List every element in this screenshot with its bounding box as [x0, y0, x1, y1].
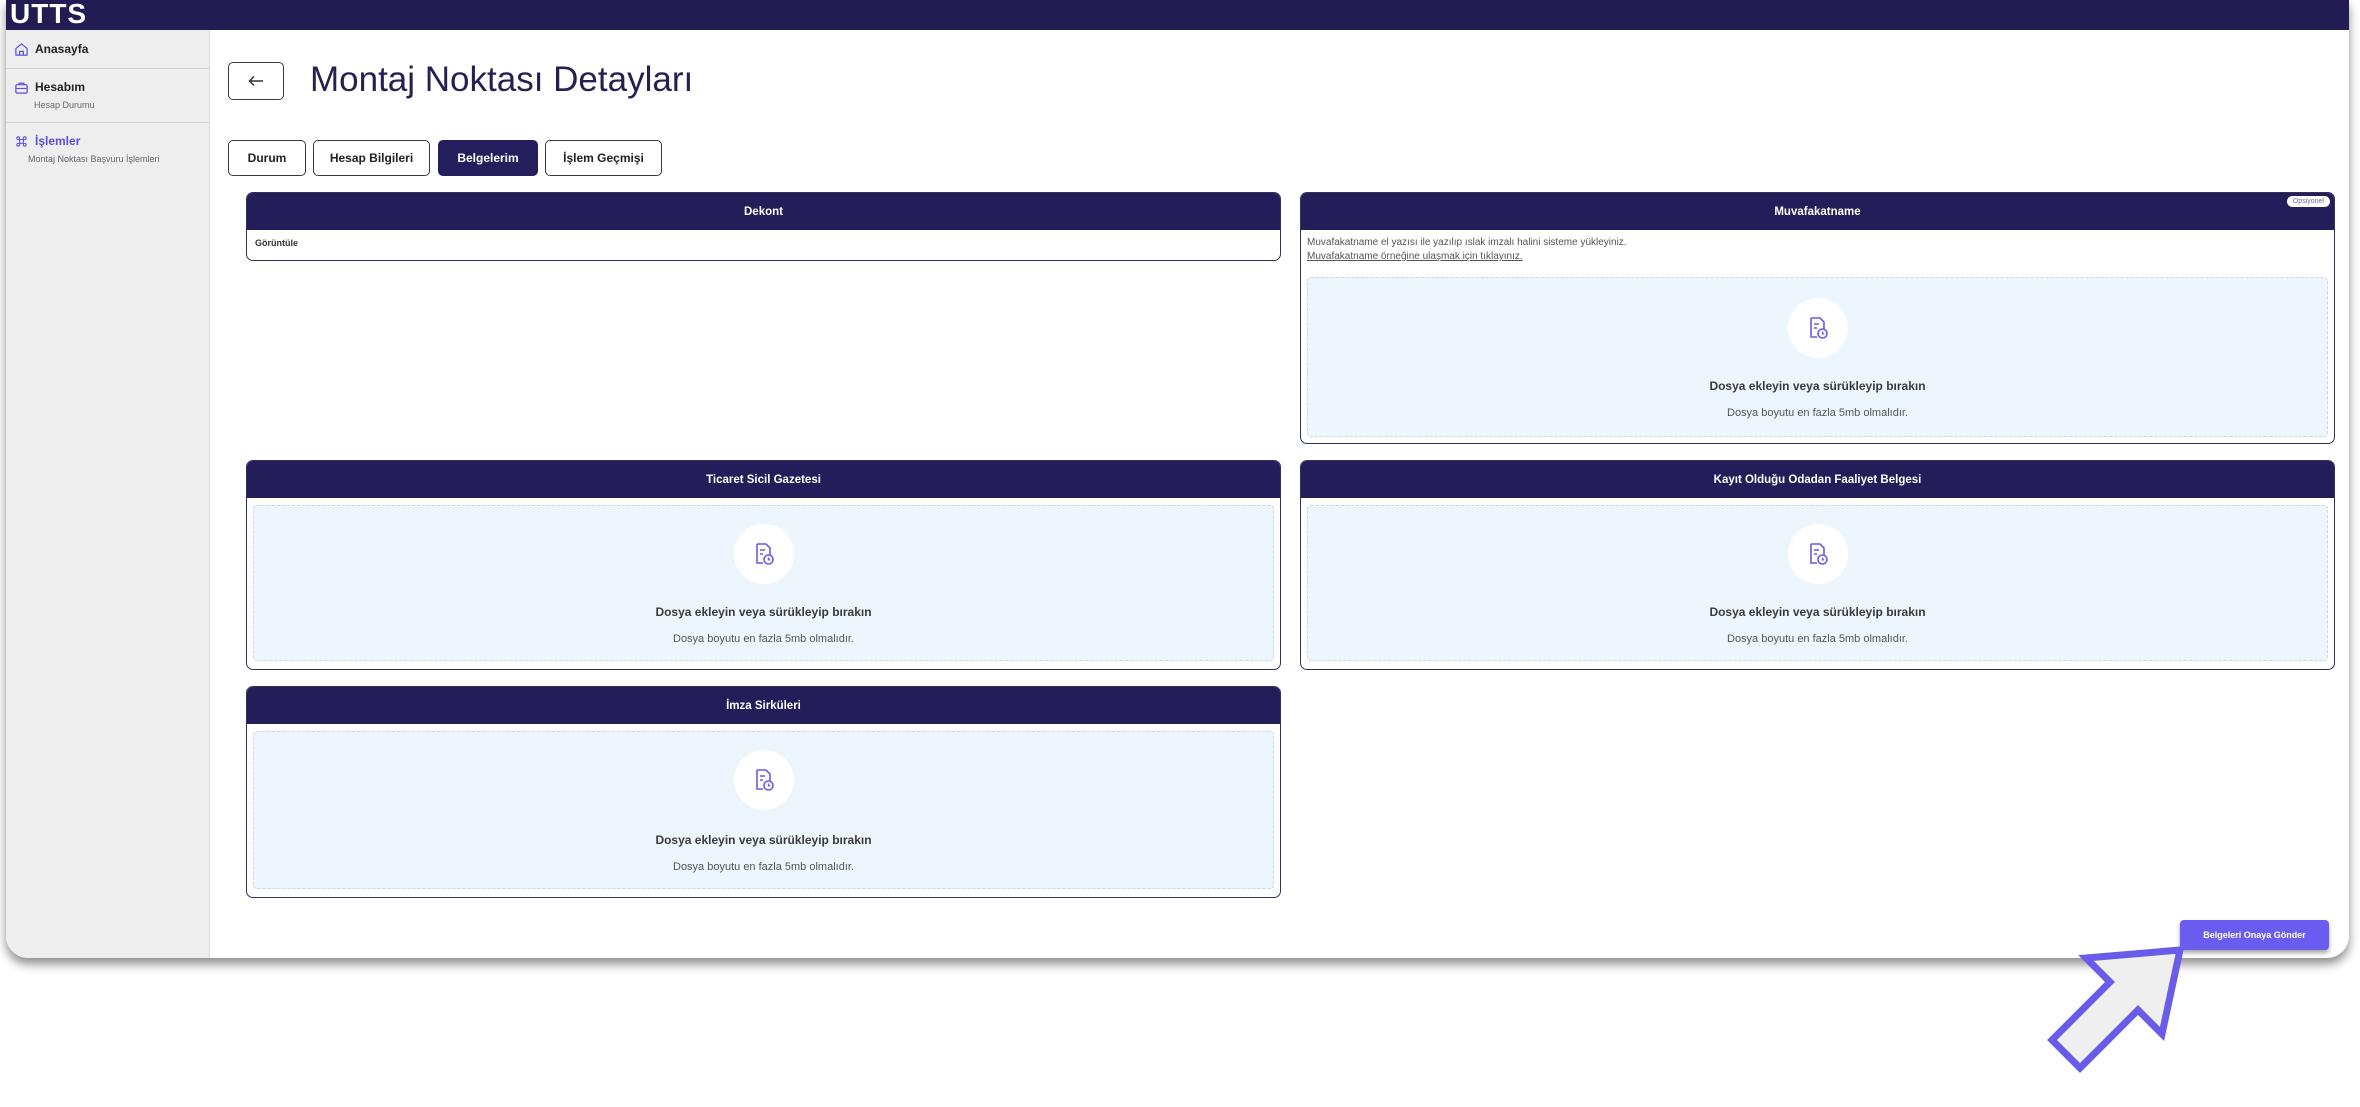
sidebar-item-label: İşlemler: [35, 134, 81, 148]
dropzone-hint: Dosya boyutu en fazla 5mb olmalıdır.: [1727, 407, 1908, 419]
card-title: Ticaret Sicil Gazetesi: [247, 461, 1280, 498]
dropzone-hint: Dosya boyutu en fazla 5mb olmalıdır.: [673, 633, 854, 645]
tab-hesap-bilgileri[interactable]: Hesap Bilgileri: [313, 140, 430, 176]
card-title: İmza Sirküleri: [247, 687, 1280, 724]
submit-documents-button[interactable]: Belgeleri Onaya Gönder: [2180, 920, 2329, 950]
dropzone-title: Dosya ekleyin veya sürükleyip bırakın: [1709, 379, 1926, 393]
dropzone-title: Dosya ekleyin veya sürükleyip bırakın: [655, 605, 872, 619]
sidebar-item-label: Hesabım: [35, 80, 86, 94]
file-upload-icon: [733, 524, 794, 584]
command-icon: [16, 135, 27, 147]
instruction-text: Muvafakatname el yazısı ile yazılıp ısla…: [1307, 237, 1627, 248]
briefcase-icon: [15, 82, 28, 94]
card-faaliyet-belgesi: Kayıt Olduğu Odadan Faaliyet Belgesi Dos…: [1300, 460, 2335, 670]
file-dropzone[interactable]: Dosya ekleyin veya sürükleyip bırakın Do…: [1307, 277, 2328, 437]
pointer-arrow-icon: [2047, 946, 2185, 1073]
card-title: Muvafakatname: [1774, 205, 1861, 218]
card-title: Dekont: [247, 193, 1280, 230]
view-document-link[interactable]: Görüntüle: [247, 230, 1280, 248]
card-title: Kayıt Olduğu Odadan Faaliyet Belgesi: [1301, 461, 2334, 498]
arrow-left-icon: [248, 75, 263, 87]
sidebar-subitem-hesap-durumu[interactable]: Hesap Durumu: [6, 98, 209, 112]
sidebar-item-anasayfa[interactable]: Anasayfa: [6, 38, 209, 60]
file-dropzone[interactable]: Dosya ekleyin veya sürükleyip bırakın Do…: [253, 505, 1274, 661]
sidebar-item-label: Anasayfa: [35, 42, 89, 56]
top-bar: UTTS: [6, 0, 2349, 30]
brand-logo: UTTS: [10, 0, 88, 29]
dropzone-title: Dosya ekleyin veya sürükleyip bırakın: [655, 833, 872, 847]
optional-badge: Opsiyonel: [2286, 196, 2330, 207]
dropzone-hint: Dosya boyutu en fazla 5mb olmalıdır.: [673, 861, 854, 873]
card-muvafakatname: Muvafakatname Opsiyonel Muvafakatname el…: [1300, 192, 2335, 444]
back-button[interactable]: [228, 62, 284, 100]
main-content: Montaj Noktası Detayları Durum Hesap Bil…: [210, 30, 2349, 958]
file-upload-icon: [1787, 524, 1848, 584]
card-imza-sirkuleri: İmza Sirküleri Dosya ekleyin veya sürükl…: [246, 686, 1281, 898]
sidebar-item-islemler[interactable]: İşlemler Montaj Noktası Başvuru İşlemler…: [6, 130, 209, 166]
dropzone-hint: Dosya boyutu en fazla 5mb olmalıdır.: [1727, 633, 1908, 645]
tab-belgelerim[interactable]: Belgelerim: [438, 140, 538, 176]
card-description: Muvafakatname el yazısı ile yazılıp ısla…: [1301, 230, 2334, 264]
app-window: UTTS Anasayfa Hesabım Hesap Durumu İşlem…: [6, 0, 2349, 958]
card-header: Muvafakatname Opsiyonel: [1301, 193, 2334, 230]
file-dropzone[interactable]: Dosya ekleyin veya sürükleyip bırakın Do…: [253, 731, 1274, 889]
file-upload-icon: [1787, 298, 1848, 358]
sidebar-subitem-basvuru-islemleri[interactable]: Montaj Noktası Başvuru İşlemleri: [6, 152, 209, 166]
file-upload-icon: [733, 750, 794, 810]
tab-durum[interactable]: Durum: [228, 140, 306, 176]
dropzone-title: Dosya ekleyin veya sürükleyip bırakın: [1709, 605, 1926, 619]
card-ticaret-sicil-gazetesi: Ticaret Sicil Gazetesi Dosya ekleyin vey…: [246, 460, 1281, 670]
sidebar-divider: [6, 122, 209, 123]
sidebar: Anasayfa Hesabım Hesap Durumu İşlemler M…: [6, 30, 210, 958]
sidebar-item-hesabim[interactable]: Hesabım Hesap Durumu: [6, 76, 209, 112]
card-dekont: Dekont Görüntüle: [246, 192, 1281, 261]
page-title: Montaj Noktası Detayları: [310, 60, 694, 99]
sidebar-divider: [6, 68, 209, 69]
file-dropzone[interactable]: Dosya ekleyin veya sürükleyip bırakın Do…: [1307, 505, 2328, 661]
sample-document-link[interactable]: Muvafakatname örneğine ulaşmak için tıkl…: [1307, 250, 2334, 264]
home-icon: [15, 42, 28, 56]
tab-islem-gecmisi[interactable]: İşlem Geçmişi: [545, 140, 662, 176]
